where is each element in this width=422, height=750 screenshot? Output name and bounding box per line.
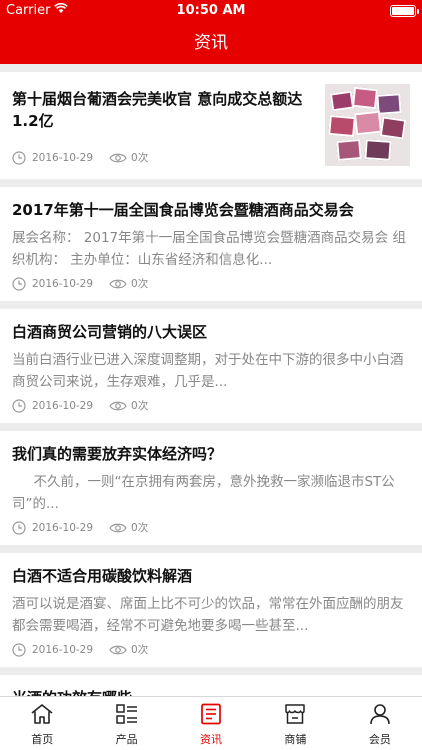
battery-icon bbox=[390, 5, 419, 17]
article-views: 0次 bbox=[131, 400, 149, 412]
tab-products[interactable]: 产品 bbox=[84, 697, 168, 750]
tab-label: 会员 bbox=[368, 733, 391, 746]
article-views: 0次 bbox=[131, 152, 149, 164]
shop-icon bbox=[283, 703, 307, 728]
clock-icon bbox=[12, 276, 26, 291]
nav-bar: 资讯 bbox=[0, 22, 422, 64]
clock: 10:50 AM bbox=[176, 3, 246, 18]
clock-icon bbox=[12, 398, 26, 413]
tab-news[interactable]: 资讯 bbox=[169, 697, 253, 750]
eye-icon bbox=[109, 152, 127, 164]
article-card[interactable]: 米酒的功效有哪些 bbox=[0, 675, 422, 696]
article-title: 我们真的需要放弃实体经济吗？ bbox=[12, 445, 223, 463]
article-date: 2016-10-29 bbox=[32, 151, 94, 164]
article-views: 0次 bbox=[131, 522, 149, 534]
article-card[interactable]: 我们真的需要放弃实体经济吗？ 不久前，一则“在京拥有两套房，意外挽救一家濒临退市… bbox=[0, 431, 422, 545]
article-title: 白酒商贸公司营销的八大误区 bbox=[12, 323, 208, 341]
tab-label: 资讯 bbox=[200, 733, 223, 746]
eye-icon bbox=[109, 400, 127, 412]
tab-label: 产品 bbox=[115, 733, 138, 746]
user-icon bbox=[368, 703, 392, 728]
document-icon bbox=[199, 703, 223, 728]
eye-icon bbox=[109, 644, 127, 656]
list-icon bbox=[115, 703, 139, 728]
article-title: 白酒不适合用碳酸饮料解酒 bbox=[12, 567, 193, 585]
article-meta: 2016-10-29 0次 bbox=[12, 276, 148, 291]
clock-icon bbox=[12, 642, 26, 657]
article-title: 米酒的功效有哪些 bbox=[12, 687, 410, 696]
article-summary: 展会名称： 2017年第十一届全国食品博览会暨糖酒商品交易会 组织机构： 主办单… bbox=[12, 230, 406, 268]
article-thumbnail bbox=[325, 84, 410, 166]
article-date: 2016-10-29 bbox=[32, 399, 94, 412]
eye-icon bbox=[109, 522, 127, 534]
article-card[interactable]: 白酒商贸公司营销的八大误区 当前白酒行业已进入深度调整期，对于处在中下游的很多中… bbox=[0, 309, 422, 423]
status-bar: Carrier 10:50 AM bbox=[0, 0, 422, 22]
article-summary: 不久前，一则“在京拥有两套房，意外挽救一家濒临退市ST公司”的... bbox=[12, 474, 395, 512]
article-meta: 2016-10-29 0次 bbox=[12, 520, 148, 535]
article-date: 2016-10-29 bbox=[32, 643, 94, 656]
clock-icon bbox=[12, 150, 26, 165]
tab-bar: 首页 产品 资讯 商铺 会员 bbox=[0, 696, 422, 750]
page-title: 资讯 bbox=[194, 33, 228, 53]
article-date: 2016-10-29 bbox=[32, 521, 94, 534]
article-title: 2017年第十一届全国食品博览会暨糖酒商品交易会 bbox=[12, 201, 354, 219]
article-card[interactable]: 第十届烟台葡酒会完美收官 意向成交总额达1.2亿 2016-10-29 0次 bbox=[0, 72, 422, 179]
article-meta: 2016-10-29 0次 bbox=[12, 642, 148, 657]
article-date: 2016-10-29 bbox=[32, 277, 94, 290]
tab-home[interactable]: 首页 bbox=[0, 697, 84, 750]
article-meta: 2016-10-29 0次 bbox=[12, 398, 148, 413]
home-icon bbox=[30, 703, 54, 728]
tab-member[interactable]: 会员 bbox=[338, 697, 422, 750]
article-meta: 2016-10-29 0次 bbox=[12, 150, 148, 165]
article-views: 0次 bbox=[131, 644, 149, 656]
clock-icon bbox=[12, 520, 26, 535]
article-title: 第十届烟台葡酒会完美收官 意向成交总额达1.2亿 bbox=[12, 90, 303, 130]
article-card[interactable]: 2017年第十一届全国食品博览会暨糖酒商品交易会 展会名称： 2017年第十一届… bbox=[0, 187, 422, 301]
article-views: 0次 bbox=[131, 278, 149, 290]
news-feed[interactable]: 第十届烟台葡酒会完美收官 意向成交总额达1.2亿 2016-10-29 0次 2… bbox=[0, 64, 422, 696]
eye-icon bbox=[109, 278, 127, 290]
article-summary: 当前白酒行业已进入深度调整期，对于处在中下游的很多中小白酒商贸公司来说，生存艰难… bbox=[12, 352, 404, 390]
tab-shops[interactable]: 商铺 bbox=[253, 697, 337, 750]
article-summary: 酒可以说是酒宴、席面上比不可少的饮品，常常在外面应酬的朋友都会需要喝酒，经常不可… bbox=[12, 596, 404, 634]
article-card[interactable]: 白酒不适合用碳酸饮料解酒 酒可以说是酒宴、席面上比不可少的饮品，常常在外面应酬的… bbox=[0, 553, 422, 667]
tab-label: 商铺 bbox=[284, 733, 307, 746]
tab-label: 首页 bbox=[31, 733, 54, 746]
